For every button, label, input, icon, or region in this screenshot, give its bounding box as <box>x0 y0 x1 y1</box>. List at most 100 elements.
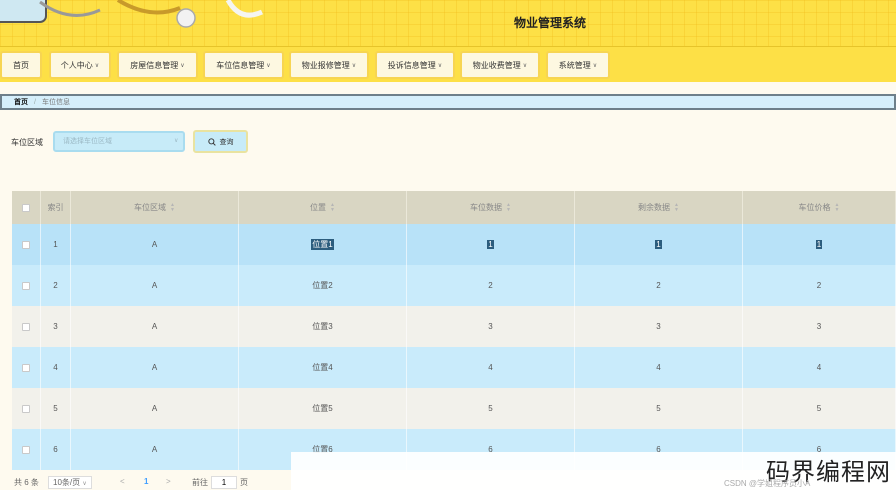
nav-item-label: 房屋信息管理 <box>130 60 179 70</box>
table-row[interactable]: 4 A 位置4 4 4 4 <box>12 347 896 388</box>
nav-item-system[interactable]: 系统管理 ∨ <box>546 51 610 79</box>
cell-remaining: 5 <box>575 388 743 429</box>
row-checkbox-cell <box>12 429 41 470</box>
nav-item-label: 物业收费管理 <box>472 60 521 70</box>
search-button[interactable]: 查询 <box>193 130 248 153</box>
nav-item-fees[interactable]: 物业收费管理 ∨ <box>460 51 540 79</box>
column-header-label: 剩余数据 <box>638 203 671 212</box>
sort-icon[interactable]: ▲ ▼ <box>170 202 175 213</box>
parking-area-select[interactable] <box>53 131 185 152</box>
search-label: 车位区域 <box>11 138 43 147</box>
cell-text: 5 <box>656 404 661 413</box>
breadcrumb-separator: / <box>34 98 36 106</box>
cell-index: 4 <box>41 347 71 388</box>
page-unit-label: 页 <box>240 478 248 487</box>
column-header-area[interactable]: 车位区域 ▲ ▼ <box>71 191 239 224</box>
column-header-price[interactable]: 车位价格 ▲ ▼ <box>743 191 896 224</box>
row-checkbox[interactable] <box>22 445 30 454</box>
row-checkbox-cell <box>12 347 41 388</box>
goto-page-input[interactable] <box>211 476 237 489</box>
cell-text: 4 <box>53 363 58 372</box>
cell-price: 5 <box>743 388 896 429</box>
cell-text: A <box>151 240 158 249</box>
column-header-count[interactable]: 车位数据 ▲ ▼ <box>407 191 575 224</box>
breadcrumb-home[interactable]: 首页 <box>14 97 28 107</box>
nav-item-personal-center[interactable]: 个人中心 ∨ <box>49 51 111 79</box>
cell-count: 2 <box>407 265 575 306</box>
table-row[interactable]: 2 A 位置2 2 2 2 <box>12 265 896 306</box>
row-checkbox[interactable] <box>22 281 30 290</box>
column-header-label: 车位区域 <box>134 203 167 212</box>
nav-item-label: 首页 <box>13 60 29 70</box>
table-row[interactable]: 3 A 位置3 3 3 3 <box>12 306 896 347</box>
cell-position: 位置1 <box>239 224 407 265</box>
table-header: 索引 车位区域 ▲ ▼ 位置 ▲ ▼ 车位数据 ▲ ▼ 剩余数据 ▲ ▼ 车位价格 ▲ ▼ <box>12 191 896 224</box>
cell-index: 2 <box>41 265 71 306</box>
table-row[interactable]: 1 A 位置1 1 1 1 <box>12 224 896 265</box>
prev-page-icon[interactable]: < <box>120 477 125 486</box>
cell-text: 3 <box>656 322 661 331</box>
cell-count: 1 <box>407 224 575 265</box>
cell-text: 1 <box>53 240 58 249</box>
nav-item-repair[interactable]: 物业报修管理 ∨ <box>289 51 369 79</box>
nav-item-home[interactable]: 首页 <box>0 51 42 79</box>
cell-text: A <box>151 281 158 290</box>
chevron-down-icon: ∨ <box>94 62 100 69</box>
cell-text: A <box>151 404 158 413</box>
breadcrumb-current: 车位信息 <box>41 99 70 106</box>
cell-count: 3 <box>407 306 575 347</box>
row-checkbox[interactable] <box>22 240 30 249</box>
page-size-label: 10条/页 <box>53 478 81 487</box>
cell-text: 1 <box>655 240 662 249</box>
cell-text: 3 <box>816 322 822 331</box>
header-decoration <box>0 0 264 28</box>
cell-text: 1 <box>487 240 494 249</box>
table-row[interactable]: 5 A 位置5 5 5 5 <box>12 388 896 429</box>
column-header-position[interactable]: 位置 ▲ ▼ <box>239 191 407 224</box>
row-checkbox[interactable] <box>22 404 30 413</box>
breadcrumb: 首页 / 车位信息 <box>0 94 896 110</box>
cell-position: 位置5 <box>239 388 407 429</box>
goto-label: 前往 <box>192 478 208 487</box>
cell-text: 2 <box>488 281 493 290</box>
row-checkbox-cell <box>12 388 41 429</box>
sort-icon[interactable]: ▲ ▼ <box>835 202 840 213</box>
cell-text: 5 <box>488 404 493 413</box>
sort-icon[interactable]: ▲ ▼ <box>506 202 511 213</box>
cell-area: A <box>71 265 239 306</box>
cell-text: 4 <box>656 363 661 372</box>
sort-icon[interactable]: ▲ ▼ <box>330 202 335 213</box>
row-checkbox-cell <box>12 265 41 306</box>
cell-text: 5 <box>816 404 822 413</box>
cell-text: 5 <box>53 404 58 413</box>
page-number-current[interactable]: 1 <box>144 477 148 486</box>
nav-item-label: 投诉信息管理 <box>387 60 436 70</box>
column-header-label: 车位数据 <box>470 203 503 212</box>
cell-position: 位置4 <box>239 347 407 388</box>
cell-text: 位置4 <box>312 363 333 372</box>
nav-item-label: 物业报修管理 <box>301 60 350 70</box>
next-page-icon[interactable]: > <box>166 477 171 486</box>
select-all-checkbox[interactable] <box>22 203 30 212</box>
page-size-select[interactable]: 10条/页 ∨ <box>48 476 92 489</box>
column-header-remaining[interactable]: 剩余数据 ▲ ▼ <box>575 191 743 224</box>
row-checkbox[interactable] <box>22 363 30 372</box>
cell-count: 4 <box>407 347 575 388</box>
row-checkbox-cell <box>12 224 41 265</box>
cell-area: A <box>71 224 239 265</box>
nav-item-house-info[interactable]: 房屋信息管理 ∨ <box>117 51 198 79</box>
cell-price: 2 <box>743 265 896 306</box>
nav-item-parking-info[interactable]: 车位信息管理 ∨ <box>203 51 284 79</box>
cell-text: A <box>151 363 158 372</box>
row-checkbox[interactable] <box>22 322 30 331</box>
chevron-down-icon: ∨ <box>174 138 179 144</box>
chevron-down-icon: ∨ <box>266 62 271 69</box>
cell-index: 1 <box>41 224 71 265</box>
cell-text: A <box>151 445 158 454</box>
nav-item-label: 个人中心 <box>60 60 93 70</box>
cell-position: 位置2 <box>239 265 407 306</box>
sort-icon[interactable]: ▲ ▼ <box>674 202 679 213</box>
cell-text: 4 <box>488 363 493 372</box>
cell-text: 位置5 <box>312 404 333 413</box>
nav-item-complaint[interactable]: 投诉信息管理 ∨ <box>375 51 455 79</box>
